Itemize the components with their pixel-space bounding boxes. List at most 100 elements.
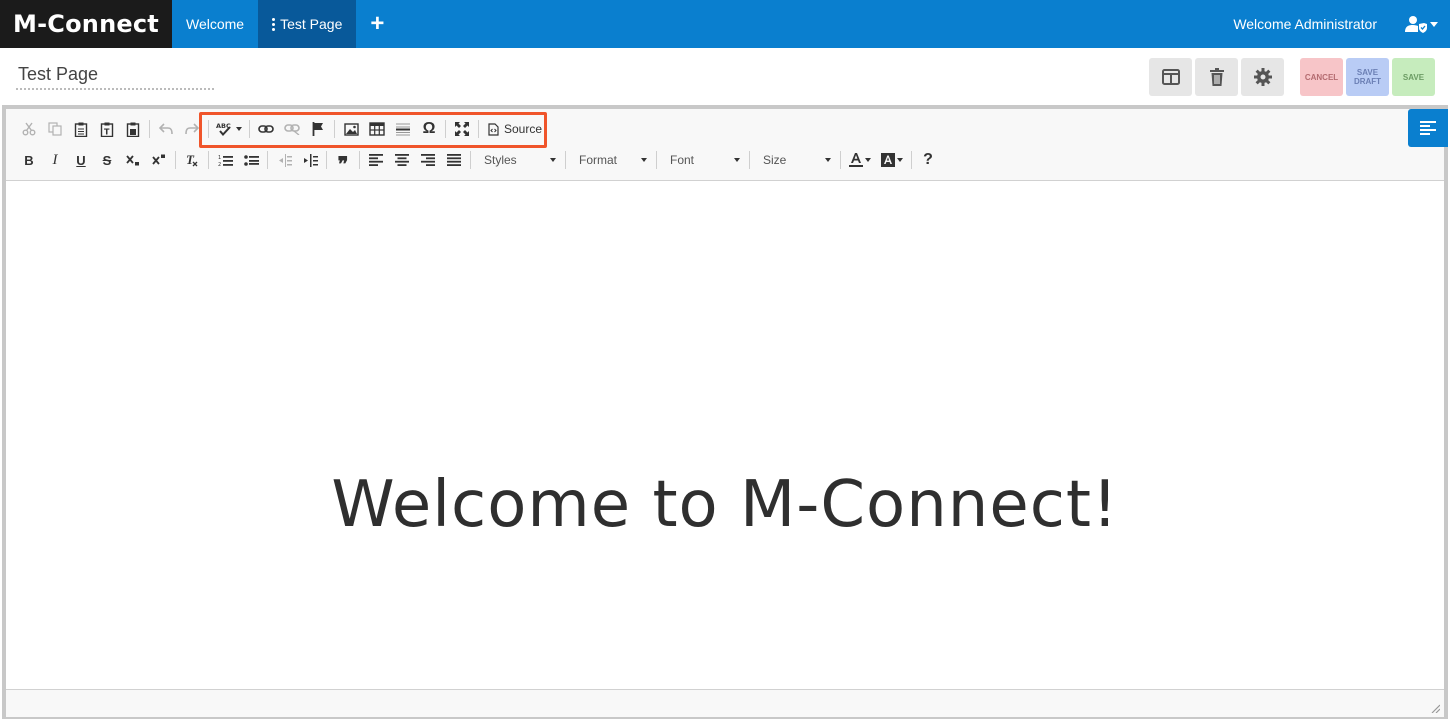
trash-icon	[1209, 68, 1224, 86]
toolbar-separator	[175, 151, 176, 169]
format-dropdown[interactable]: Format	[569, 149, 653, 171]
horizontal-rule-button[interactable]	[390, 117, 416, 141]
superscript-button[interactable]	[146, 148, 172, 172]
font-dropdown[interactable]: Font	[660, 149, 746, 171]
save-draft-button[interactable]: SAVE DRAFT	[1346, 58, 1389, 96]
sidebar-toggle-button[interactable]	[1408, 109, 1448, 147]
bold-button[interactable]: B	[16, 148, 42, 172]
flag-icon	[312, 122, 323, 136]
bulleted-list-button[interactable]	[238, 148, 264, 172]
source-button[interactable]: Source	[482, 117, 548, 141]
tab-test-page[interactable]: Test Page	[258, 0, 357, 48]
spellcheck-button[interactable]: ABC	[212, 117, 246, 141]
align-left-button[interactable]	[363, 148, 389, 172]
superscript-icon	[152, 154, 165, 165]
styles-dropdown[interactable]: Styles	[474, 149, 562, 171]
unlink-icon	[284, 124, 300, 135]
toolbar-row-2: B I U S T 12 ❞ Styles Format Font Size ?	[16, 147, 941, 176]
subscript-button[interactable]	[120, 148, 146, 172]
background-color-icon	[881, 153, 895, 167]
remove-format-icon: T	[186, 153, 198, 167]
add-tab-button[interactable]: +	[356, 0, 398, 48]
clipboard-text-icon: T	[100, 122, 114, 137]
chevron-down-icon	[825, 158, 831, 162]
tab-label: Welcome	[186, 16, 245, 32]
numbered-list-button[interactable]: 12	[212, 148, 238, 172]
toolbar-separator	[656, 151, 657, 169]
redo-button[interactable]	[179, 117, 205, 141]
delete-button[interactable]	[1195, 58, 1238, 96]
copy-button[interactable]	[42, 117, 68, 141]
toolbar-separator	[749, 151, 750, 169]
chevron-down-icon	[897, 158, 903, 162]
strikethrough-button[interactable]: S	[94, 148, 120, 172]
scissors-icon	[22, 122, 36, 136]
settings-button[interactable]	[1241, 58, 1284, 96]
maximize-button[interactable]	[449, 117, 475, 141]
paste-button[interactable]	[68, 117, 94, 141]
user-menu-button[interactable]	[1405, 15, 1438, 33]
chevron-down-icon	[641, 158, 647, 162]
link-icon	[258, 125, 274, 133]
unlink-button[interactable]	[279, 117, 305, 141]
resize-handle-icon[interactable]	[1430, 703, 1440, 713]
toolbar-separator	[326, 151, 327, 169]
save-button[interactable]: SAVE	[1392, 58, 1435, 96]
styles-label: Styles	[484, 153, 517, 167]
link-button[interactable]	[253, 117, 279, 141]
align-center-button[interactable]	[389, 148, 415, 172]
anchor-button[interactable]	[305, 117, 331, 141]
indent-icon	[303, 153, 318, 167]
svg-text:2: 2	[218, 162, 221, 167]
special-char-button[interactable]: Ω	[416, 117, 442, 141]
blockquote-button[interactable]: ❞	[330, 148, 356, 176]
undo-button[interactable]	[153, 117, 179, 141]
background-color-button[interactable]	[876, 148, 908, 172]
page-title-input[interactable]: Test Page	[16, 60, 214, 90]
toolbar-separator	[911, 151, 912, 169]
paste-word-button[interactable]	[120, 117, 146, 141]
chevron-down-icon	[865, 158, 871, 162]
svg-text:T: T	[104, 127, 110, 136]
toolbar-separator	[149, 120, 150, 138]
tab-welcome[interactable]: Welcome	[172, 0, 258, 48]
drag-handle-icon[interactable]	[272, 17, 276, 31]
table-button[interactable]	[364, 117, 390, 141]
toolbar-separator	[445, 120, 446, 138]
layout-button[interactable]	[1149, 58, 1192, 96]
maximize-icon	[455, 122, 469, 136]
align-justify-button[interactable]	[441, 148, 467, 172]
underline-button[interactable]: U	[68, 148, 94, 172]
columns-icon	[1161, 69, 1180, 85]
align-right-button[interactable]	[415, 148, 441, 172]
paste-text-button[interactable]: T	[94, 117, 120, 141]
cut-button[interactable]	[16, 117, 42, 141]
remove-format-button[interactable]: T	[179, 148, 205, 172]
cancel-button[interactable]: CANCEL	[1300, 58, 1343, 96]
omega-icon: Ω	[422, 120, 436, 137]
toolbar-separator	[208, 120, 209, 138]
chevron-down-icon	[1430, 21, 1438, 27]
spellcheck-icon: ABC	[216, 122, 231, 136]
editor-content-area[interactable]: Welcome to M-Connect!	[6, 181, 1444, 689]
help-icon: ?	[923, 151, 933, 168]
italic-button[interactable]: I	[42, 148, 68, 172]
svg-text:1: 1	[218, 155, 221, 161]
indent-button[interactable]	[297, 148, 323, 172]
outdent-button[interactable]	[271, 148, 297, 172]
toolbar-separator	[470, 151, 471, 169]
font-label: Font	[670, 153, 695, 167]
chevron-down-icon	[734, 158, 740, 162]
help-button[interactable]: ?	[915, 148, 941, 172]
image-button[interactable]	[338, 117, 364, 141]
size-dropdown[interactable]: Size	[753, 149, 837, 171]
text-color-icon	[849, 153, 863, 167]
align-left-lines-icon	[1420, 121, 1436, 135]
brand-logo[interactable]: M-Connect	[0, 0, 172, 48]
text-color-button[interactable]	[844, 148, 876, 172]
editor-toolbar: T ABC Ω Source B I U S T 1 2 ❞ Styles Fo…	[6, 109, 1444, 181]
toolbar-separator	[478, 120, 479, 138]
strikethrough-icon: S	[102, 152, 112, 168]
clipboard-icon	[74, 122, 88, 137]
align-left-icon	[369, 154, 383, 166]
